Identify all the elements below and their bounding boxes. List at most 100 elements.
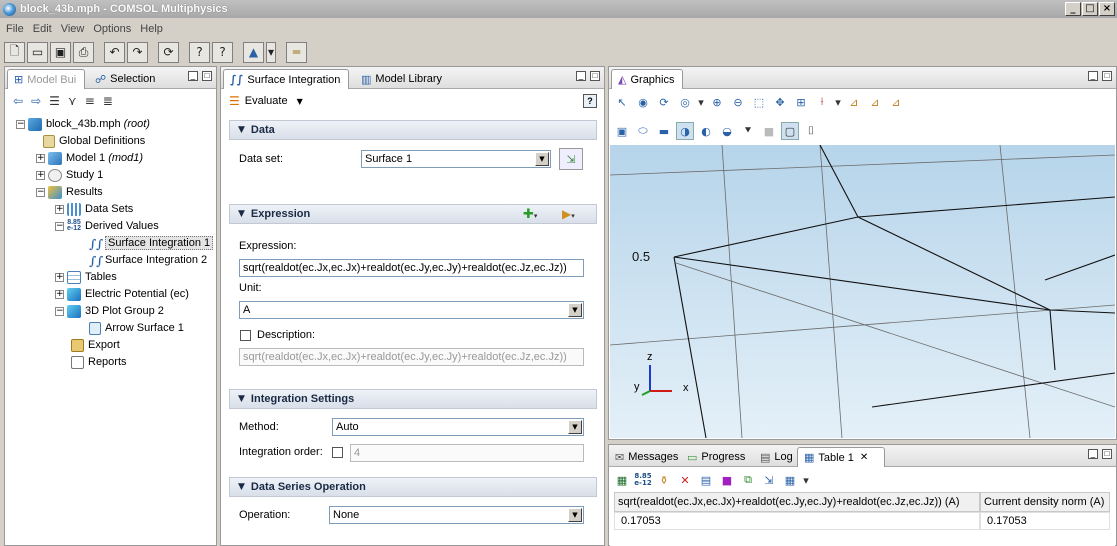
back-arrow-icon[interactable]: ⇦ bbox=[13, 94, 23, 108]
select-point-icon[interactable]: ◐ bbox=[697, 122, 715, 140]
table-format-icon[interactable]: ▦ bbox=[781, 471, 799, 489]
tree-node-derived-values[interactable]: − 8.85 e-12 Derived Values bbox=[55, 218, 159, 234]
tree-node-reports[interactable]: Reports bbox=[71, 354, 127, 370]
tree-node-results[interactable]: − Results bbox=[36, 184, 103, 200]
tree-node-arrow-surface-1[interactable]: Arrow Surface 1 bbox=[89, 320, 184, 336]
description-checkbox[interactable] bbox=[240, 330, 251, 341]
tree-node-export[interactable]: Export bbox=[71, 337, 120, 353]
zoom-selection-icon[interactable]: ✥ bbox=[771, 93, 789, 111]
replace-expression-button[interactable]: ▶▾ bbox=[562, 207, 575, 221]
select-boundary-icon[interactable]: ▬ bbox=[655, 122, 673, 140]
camera-icon[interactable]: ⌷ bbox=[802, 122, 820, 140]
table-header-current-density[interactable]: Current density norm (A) bbox=[980, 492, 1110, 512]
tab-selection[interactable]: ☍ Selection bbox=[89, 69, 161, 89]
color-icon[interactable]: ■ bbox=[718, 471, 736, 489]
table-cell[interactable]: 0.17053 bbox=[980, 512, 1110, 530]
maximize-panel-icon[interactable]: □ bbox=[202, 71, 212, 81]
plot-data-set-button[interactable]: ⇲ bbox=[559, 148, 583, 170]
view-dropdown-icon[interactable]: ▾ bbox=[697, 93, 705, 111]
delete-icon[interactable]: ✕ bbox=[676, 471, 694, 489]
select-edge-icon[interactable]: ◑ bbox=[676, 122, 694, 140]
tree-node-surface-integration-1[interactable]: ∫∫ Surface Integration 1 bbox=[89, 235, 214, 251]
help-icon[interactable]: ? bbox=[189, 41, 210, 63]
rotate-icon[interactable]: ⟳ bbox=[655, 93, 673, 111]
zoom-in-icon[interactable]: ⊕ bbox=[708, 93, 726, 111]
table-header-expression[interactable]: sqrt(realdot(ec.Jx,ec.Jx)+realdot(ec.Jy,… bbox=[614, 492, 980, 512]
zoom-extents-icon[interactable]: ⊞ bbox=[792, 93, 810, 111]
tab-log[interactable]: ▤ Log bbox=[754, 447, 799, 467]
eye-icon[interactable]: ◉ bbox=[634, 93, 652, 111]
menu-help[interactable]: Help bbox=[140, 23, 163, 35]
wireframe-icon[interactable]: ⯆ bbox=[739, 122, 757, 140]
menu-options[interactable]: Options bbox=[93, 23, 131, 35]
show-icon[interactable]: ☰ bbox=[49, 94, 60, 108]
section-data-series-operation[interactable]: ▼ Data Series Operation bbox=[229, 477, 597, 497]
context-help-icon[interactable]: ? bbox=[212, 41, 233, 63]
render-icon[interactable]: ▢ bbox=[781, 122, 799, 140]
tree-node-3d-plot-group-2[interactable]: − 3D Plot Group 2 bbox=[55, 303, 164, 319]
axes-icon[interactable]: ⟊ bbox=[813, 93, 831, 111]
zoom-box-icon[interactable]: ⬚ bbox=[750, 93, 768, 111]
collapse-icon[interactable]: − bbox=[36, 187, 45, 197]
minimize-panel-icon[interactable]: _ bbox=[576, 71, 586, 81]
expand-icon[interactable]: + bbox=[36, 153, 45, 163]
maximize-panel-icon[interactable]: □ bbox=[1102, 449, 1112, 459]
section-expression[interactable]: ▼ Expression bbox=[229, 204, 597, 224]
view-zx-icon[interactable]: ⊿ bbox=[887, 93, 905, 111]
tab-progress[interactable]: ▭ Progress bbox=[681, 447, 751, 467]
open-file-icon[interactable]: ▭ bbox=[27, 41, 48, 63]
tree-node-global-definitions[interactable]: Global Definitions bbox=[43, 133, 145, 149]
tree-node-model-1[interactable]: + Model 1 (mod1) bbox=[36, 150, 143, 166]
expression-input[interactable]: sqrt(realdot(ec.Jx,ec.Jx)+realdot(ec.Jy,… bbox=[239, 259, 584, 277]
table-dropdown-icon[interactable]: ▾ bbox=[802, 471, 810, 489]
tab-messages[interactable]: ✉ Messages bbox=[609, 447, 684, 467]
expand-all-icon[interactable]: ≡ bbox=[85, 94, 95, 108]
zoom-out-icon[interactable]: ⊖ bbox=[729, 93, 747, 111]
expand-icon[interactable]: + bbox=[36, 170, 45, 180]
paint-icon[interactable]: ▲ bbox=[243, 41, 264, 63]
tab-surface-integration[interactable]: ∫∫ Surface Integration bbox=[223, 69, 349, 89]
graphics-canvas[interactable]: 0.5 z y x bbox=[610, 145, 1115, 438]
expand-icon[interactable]: + bbox=[55, 289, 64, 299]
clear-icon[interactable]: ⚱ bbox=[655, 471, 673, 489]
method-select[interactable]: Auto ▼ bbox=[332, 418, 584, 436]
section-data[interactable]: ▼ Data bbox=[229, 120, 597, 140]
collapse-icon[interactable]: − bbox=[55, 306, 64, 316]
maximize-panel-icon[interactable]: □ bbox=[590, 71, 600, 81]
save-icon[interactable]: ▣ bbox=[50, 41, 71, 63]
help-icon[interactable]: ? bbox=[583, 94, 597, 108]
menu-file[interactable]: File bbox=[6, 23, 24, 35]
section-integration-settings[interactable]: ▼ Integration Settings bbox=[229, 389, 597, 409]
menu-edit[interactable]: Edit bbox=[33, 23, 52, 35]
tab-model-library[interactable]: ▥ Model Library bbox=[355, 69, 448, 89]
collapse-all-icon[interactable]: ≣ bbox=[103, 94, 113, 108]
print-icon[interactable]: ⎙ bbox=[73, 41, 94, 63]
view-yz-icon[interactable]: ⊿ bbox=[866, 93, 884, 111]
forward-arrow-icon[interactable]: ⇨ bbox=[31, 94, 41, 108]
select-domain-icon[interactable]: ⬭ bbox=[634, 122, 652, 140]
view-icon[interactable]: ◎ bbox=[676, 93, 694, 111]
transparency-icon[interactable]: ■ bbox=[760, 122, 778, 140]
description-input[interactable]: sqrt(realdot(ec.Jx,ec.Jx)+realdot(ec.Jy,… bbox=[239, 348, 584, 366]
tree-node-data-sets[interactable]: + Data Sets bbox=[55, 201, 133, 217]
data-set-select[interactable]: Surface 1 ▼ bbox=[361, 150, 551, 168]
copy-icon[interactable]: ⧉ bbox=[739, 471, 757, 489]
integration-order-input[interactable]: 4 bbox=[350, 444, 584, 462]
refresh-icon[interactable]: ⟳ bbox=[158, 41, 179, 63]
new-file-icon[interactable]: 🗋 bbox=[4, 41, 25, 63]
integration-order-checkbox[interactable] bbox=[332, 447, 343, 458]
unit-select[interactable]: A ▼ bbox=[239, 301, 584, 319]
full-precision-icon[interactable]: ▦ bbox=[613, 471, 631, 489]
tab-model-builder[interactable]: ⊞ Model Bui bbox=[7, 69, 85, 89]
tree-node-electric-potential[interactable]: + Electric Potential (ec) bbox=[55, 286, 189, 302]
view-xy-icon[interactable]: ⊿ bbox=[845, 93, 863, 111]
select-box-icon[interactable]: ▣ bbox=[613, 122, 631, 140]
tree-node-study-1[interactable]: + Study 1 bbox=[36, 167, 103, 183]
minimize-panel-icon[interactable]: _ bbox=[1088, 71, 1098, 81]
precision-badge-icon[interactable]: 8.85 e-12 bbox=[634, 471, 652, 489]
ruler-icon[interactable]: ═ bbox=[286, 41, 307, 63]
maximize-button[interactable]: □ bbox=[1082, 2, 1098, 16]
filter-icon[interactable]: ⋎ bbox=[68, 94, 77, 108]
paint-dropdown-icon[interactable]: ▾ bbox=[266, 41, 276, 63]
minimize-button[interactable]: _ bbox=[1065, 2, 1081, 16]
